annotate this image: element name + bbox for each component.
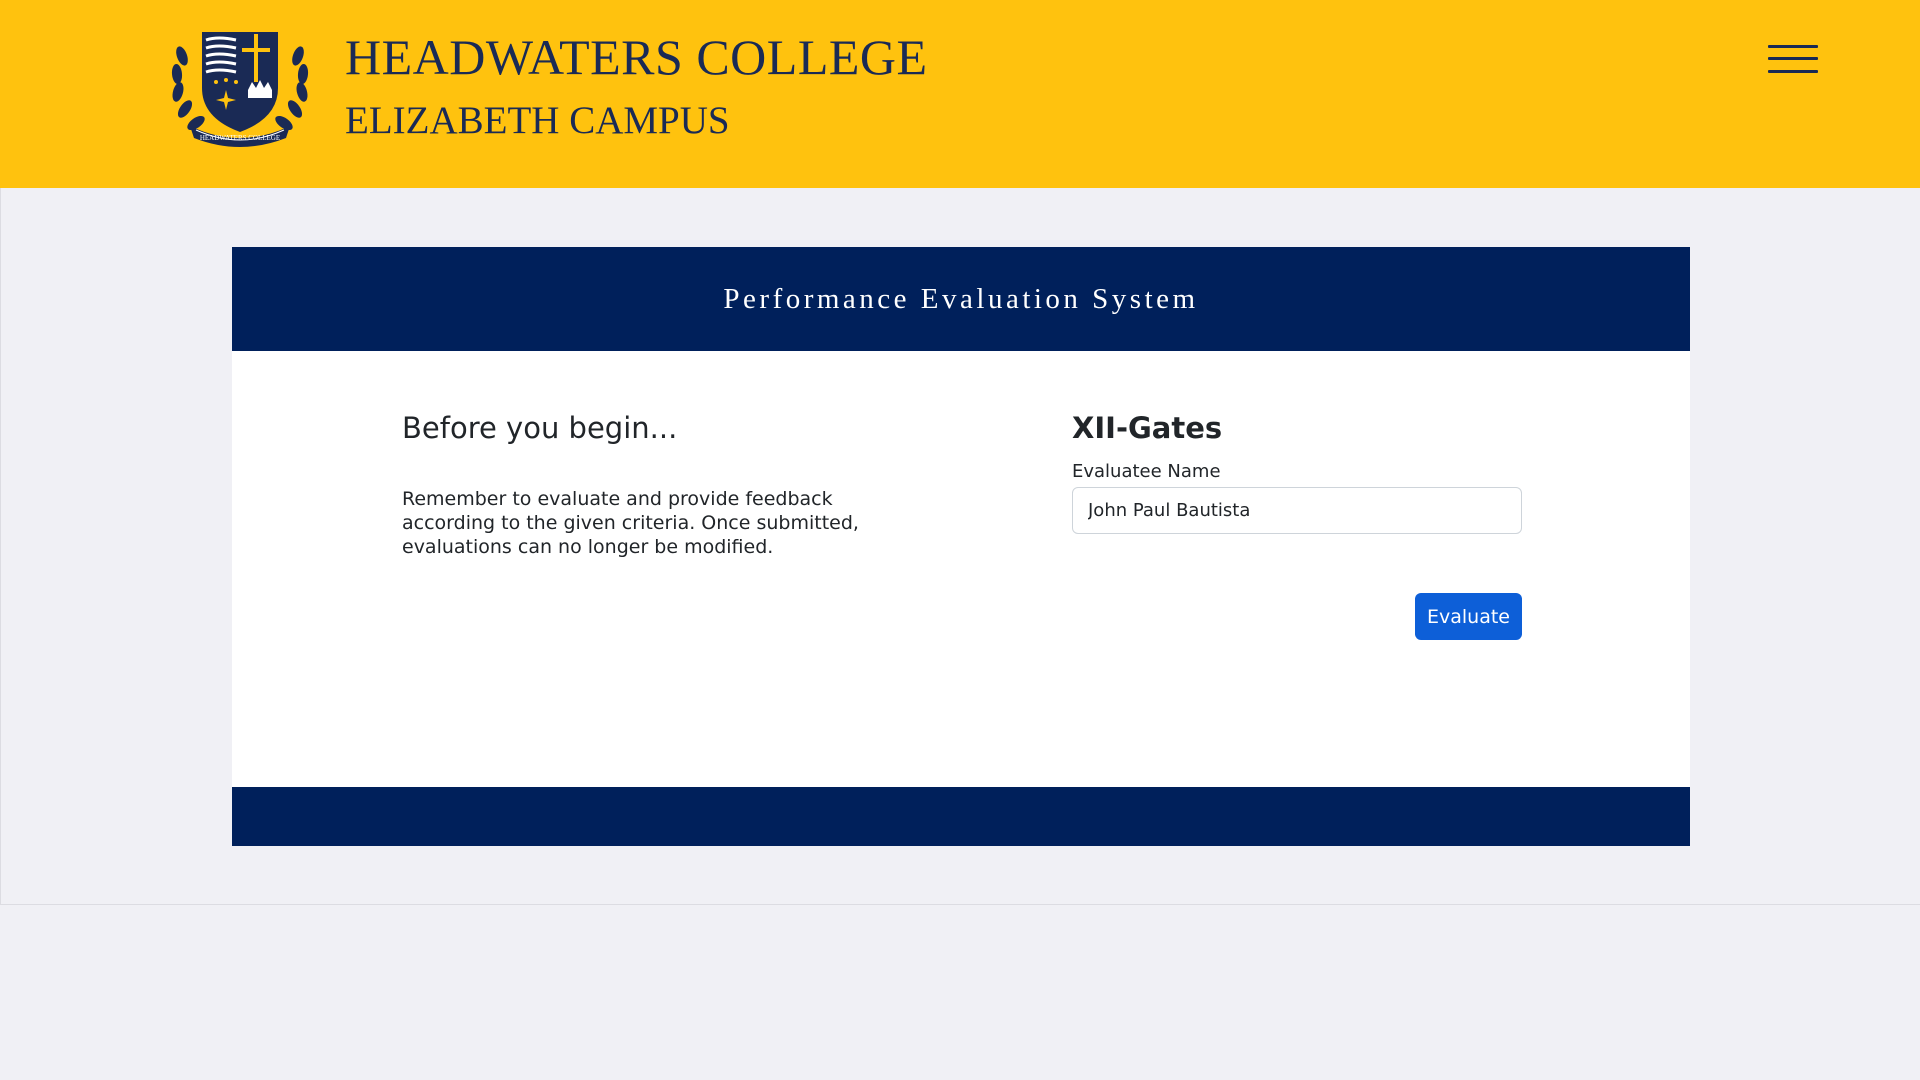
evaluate-button[interactable]: Evaluate (1415, 593, 1522, 640)
evaluation-card: Performance Evaluation System Before you… (232, 247, 1690, 846)
evaluatee-name-label: Evaluatee Name (1072, 461, 1221, 482)
evaluatee-name-input[interactable] (1072, 487, 1522, 534)
campus-name: ELIZABETH CAMPUS (345, 99, 730, 142)
menu-bar (1768, 70, 1818, 73)
section-group-title: XII-Gates (1072, 411, 1223, 445)
page: HEADWATERS COLLEGE HEADWATERS COLLEGE EL… (0, 0, 1920, 1080)
system-title: Performance Evaluation System (723, 282, 1199, 315)
college-crest-logo[interactable]: HEADWATERS COLLEGE (168, 26, 312, 148)
menu-bar (1768, 45, 1818, 48)
intro-text: Remember to evaluate and provide feedbac… (402, 488, 859, 558)
site-header: HEADWATERS COLLEGE HEADWATERS COLLEGE EL… (0, 0, 1920, 188)
college-name: HEADWATERS COLLEGE (345, 29, 928, 85)
hamburger-menu-icon[interactable] (1768, 42, 1818, 78)
menu-bar (1768, 57, 1818, 60)
content-area: Performance Evaluation System Before you… (0, 188, 1920, 905)
card-footer (232, 787, 1690, 846)
svg-text:HEADWATERS COLLEGE: HEADWATERS COLLEGE (200, 134, 280, 142)
intro-heading: Before you begin... (402, 411, 678, 445)
card-header: Performance Evaluation System (232, 247, 1690, 351)
